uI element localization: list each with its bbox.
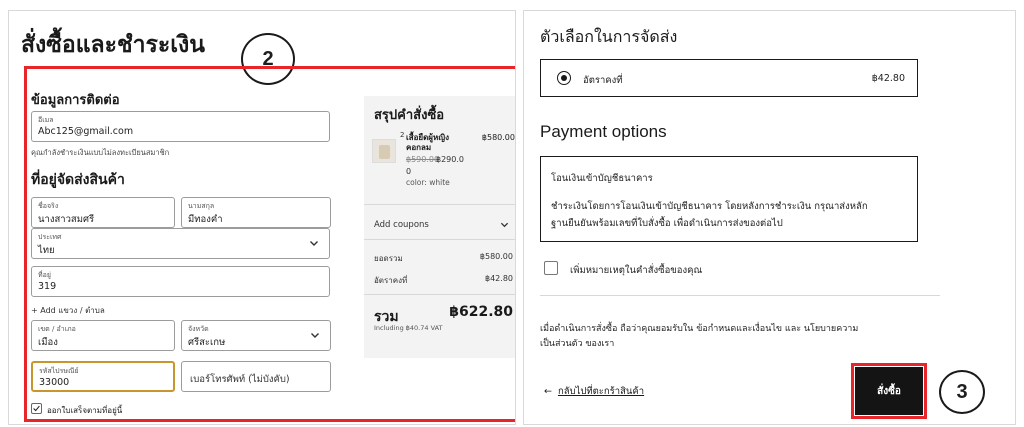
first-name-label: ชื่อจริง: [38, 202, 59, 210]
district-field[interactable]: เขต / อำเภอ เมือง: [31, 320, 175, 351]
place-order-button[interactable]: สั่งซื้อ: [855, 367, 923, 415]
back-to-cart-link[interactable]: ← กลับไปที่ตะกร้าสินค้า: [544, 384, 644, 399]
phone-field[interactable]: เบอร์โทรศัพท์ (ไม่บังคับ): [181, 361, 331, 392]
phone-placeholder: เบอร์โทรศัพท์ (ไม่บังคับ): [190, 374, 290, 385]
postal-code-label: รหัสไปรษณีย์: [39, 367, 79, 375]
first-name-field[interactable]: ชื่อจริง นางสาวสมศรี: [31, 197, 175, 228]
contact-heading: ข้อมูลการติดต่อ: [31, 93, 120, 108]
add-note-checkbox[interactable]: [544, 261, 558, 275]
shipping-option-price: ฿42.80: [871, 73, 905, 84]
shipping-fee-value: ฿42.80: [485, 274, 513, 283]
subtotal-label: ยอดรวม: [374, 254, 403, 263]
item-old-price: ฿590.00: [406, 155, 440, 164]
email-field[interactable]: อีเมล Abc125@gmail.com: [31, 111, 330, 142]
checkout-form-panel: สั่งซื้อและชำระเงิน 2 ข้อมูลการติดต่อ อี…: [8, 10, 516, 425]
address-field[interactable]: ที่อยู่ 319: [31, 266, 330, 297]
back-to-cart-label: กลับไปที่ตะกร้าสินค้า: [557, 386, 645, 397]
add-note-label: เพิ่มหมายเหตุในคำสั่งซื้อของคุณ: [570, 265, 703, 276]
item-quantity-badge: 2: [400, 131, 405, 139]
chevron-down-icon: [311, 333, 319, 338]
arrow-left-icon: ←: [544, 386, 552, 397]
item-price-continued: 0: [406, 167, 412, 176]
order-summary: สรุปคำสั่งซื้อ 2 เสื้อยืดผู้หญิง คอกลม ฿…: [364, 96, 515, 358]
divider: [364, 204, 515, 205]
last-name-field[interactable]: นามสกุล มีทองคำ: [181, 197, 331, 228]
terms-line-2: เป็นส่วนตัว ของเรา: [540, 339, 615, 349]
postal-code-value: 33000: [39, 377, 70, 388]
callout-order: 3: [939, 370, 985, 414]
terms-line-1: เมื่อดำเนินการสั่งซื้อ ถือว่าคุณยอมรับใน…: [540, 324, 859, 334]
district-label: เขต / อำเภอ: [38, 325, 76, 333]
chevron-down-icon: [310, 241, 318, 246]
first-name-value: นางสาวสมศรี: [38, 214, 95, 225]
shipping-heading: ที่อยู่จัดส่งสินค้า: [31, 172, 125, 188]
shipping-payment-panel: ตัวเลือกในการจัดส่ง อัตราคงที่ ฿42.80 Pa…: [523, 10, 1016, 425]
province-label: จังหวัด: [188, 325, 209, 333]
shipping-option-flat-rate[interactable]: อัตราคงที่ ฿42.80: [540, 59, 918, 97]
email-value: Abc125@gmail.com: [38, 126, 134, 137]
payment-method-bank-transfer[interactable]: โอนเงินเข้าบัญชีธนาคาร ชำระเงินโดยการโอน…: [540, 156, 918, 242]
province-select[interactable]: จังหวัด ศรีสะเกษ: [181, 320, 331, 351]
item-color: color: white: [406, 178, 450, 187]
address-label: ที่อยู่: [38, 271, 51, 279]
invoice-checkbox[interactable]: [31, 403, 42, 414]
total-value: ฿622.80: [449, 304, 513, 320]
add-area-link[interactable]: + Add แขวง / ตำบล: [31, 304, 105, 317]
guest-note: คุณกำลังชำระเงินแบบไม่ลงทะเบียนสมาชิก: [31, 148, 170, 157]
divider: [540, 295, 940, 296]
country-label: ประเทศ: [38, 233, 62, 241]
last-name-label: นามสกุล: [188, 202, 215, 210]
payment-method-desc-1: ชำระเงินโดยการโอนเงินเข้าบัญชีธนาคาร โดย…: [551, 201, 868, 212]
country-select[interactable]: ประเทศ ไทย: [31, 228, 330, 259]
district-value: เมือง: [38, 337, 58, 348]
chevron-down-icon[interactable]: [500, 220, 509, 229]
province-value: ศรีสะเกษ: [188, 337, 226, 348]
shipping-options-heading: ตัวเลือกในการจัดส่ง: [540, 27, 678, 46]
subtotal-value: ฿580.00: [479, 252, 513, 261]
payment-method-title: โอนเงินเข้าบัญชีธนาคาร: [551, 173, 653, 184]
country-value: ไทย: [38, 245, 55, 256]
vat-note: Including ฿40.74 VAT: [374, 324, 443, 332]
divider: [364, 239, 515, 240]
postal-code-field[interactable]: รหัสไปรษณีย์ 33000: [31, 361, 175, 392]
product-thumbnail: [372, 139, 396, 163]
check-icon: [33, 405, 40, 412]
item-price: ฿580.00: [481, 133, 515, 142]
page-title: สั่งซื้อและชำระเงิน: [21, 32, 206, 58]
payment-method-desc-2: ฐานยืนยันพร้อมเลขที่ใบสั่งซื้อ เพื่อดำเน…: [551, 218, 783, 229]
invoice-label: ออกใบเสร็จตามที่อยู่นี้: [47, 406, 123, 415]
address-value: 319: [38, 281, 57, 292]
summary-title: สรุปคำสั่งซื้อ: [374, 108, 445, 123]
email-label: อีเมล: [38, 116, 54, 124]
item-sale-price: ฿290.0: [436, 155, 464, 164]
add-coupons-toggle[interactable]: Add coupons: [374, 220, 429, 230]
shipping-fee-label: อัตราคงที่: [374, 276, 408, 285]
item-name: เสื้อยืดผู้หญิง คอกลม: [406, 133, 449, 152]
last-name-value: มีทองคำ: [188, 214, 223, 225]
shipping-option-label: อัตราคงที่: [583, 75, 623, 86]
divider: [364, 294, 515, 295]
shipping-radio-selected[interactable]: [557, 71, 571, 85]
payment-options-heading: Payment options: [540, 122, 667, 141]
